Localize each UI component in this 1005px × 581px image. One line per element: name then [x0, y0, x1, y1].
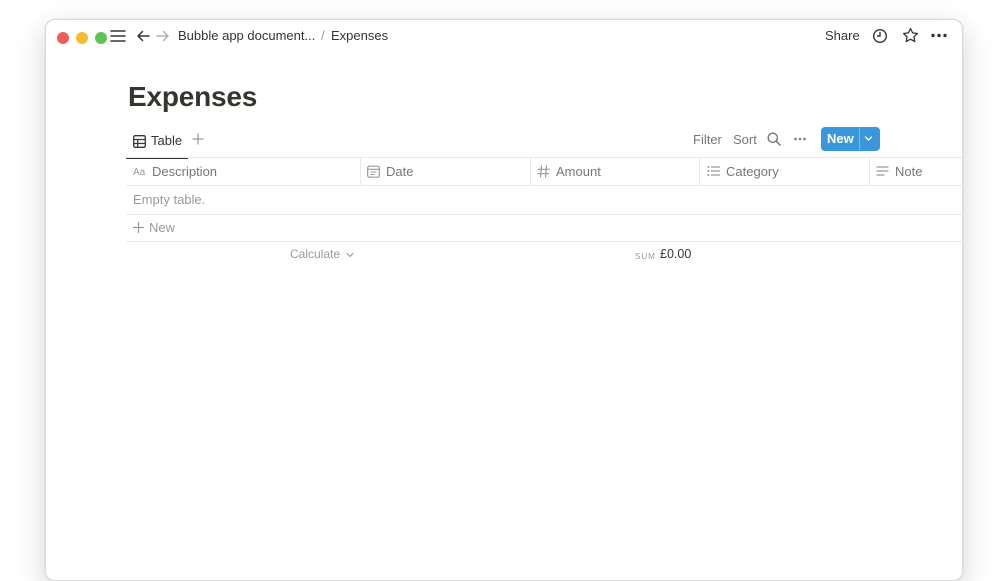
empty-table-message: Empty table.: [133, 192, 206, 207]
new-button-label: New: [827, 131, 854, 146]
breadcrumb-separator: /: [321, 28, 325, 43]
more-options-icon[interactable]: [931, 33, 947, 38]
plus-icon: [133, 222, 144, 233]
tab-table-view[interactable]: Table: [126, 130, 188, 159]
row-divider: [126, 214, 962, 215]
sidebar-menu-icon[interactable]: [110, 29, 126, 43]
column-divider[interactable]: [530, 158, 531, 185]
favorite-star-icon[interactable]: [902, 27, 919, 44]
add-row-label: New: [149, 220, 176, 235]
breadcrumb-current[interactable]: Expenses: [331, 28, 388, 43]
header-bottom-border: [126, 185, 962, 186]
column-header-label: Category: [726, 164, 779, 179]
column-header-label: Date: [386, 164, 414, 179]
new-record-button[interactable]: New: [821, 127, 880, 151]
table-top-border: [126, 157, 962, 158]
minimize-window-button[interactable]: [76, 32, 88, 44]
forward-arrow-icon[interactable]: [156, 29, 170, 43]
chevron-down-icon[interactable]: [346, 251, 354, 259]
column-header-label: Amount: [556, 164, 601, 179]
sort-button[interactable]: Sort: [733, 132, 757, 147]
close-window-button[interactable]: [57, 32, 69, 44]
calculate-dropdown[interactable]: Calculate: [290, 247, 340, 261]
table-icon: [133, 135, 146, 148]
text-lines-icon: [876, 165, 889, 177]
column-header-label: Note: [895, 164, 923, 179]
column-divider[interactable]: [869, 158, 870, 185]
column-divider[interactable]: [360, 158, 361, 185]
number-hash-icon: [537, 165, 550, 178]
back-arrow-icon[interactable]: [136, 29, 150, 43]
filter-button[interactable]: Filter: [693, 132, 722, 147]
breadcrumb-parent[interactable]: Bubble app document...: [178, 28, 315, 43]
tab-label: Table: [151, 133, 183, 148]
search-icon[interactable]: [767, 132, 781, 146]
add-view-plus-icon[interactable]: [192, 133, 204, 145]
chevron-down-icon[interactable]: [864, 134, 873, 143]
page-title[interactable]: Expenses: [128, 81, 257, 113]
table-bottom-border: [126, 241, 962, 242]
app-window: Bubble app document... / Expenses Share …: [45, 19, 963, 581]
share-button[interactable]: Share: [825, 28, 860, 43]
sum-value[interactable]: £0.00: [660, 247, 691, 261]
sum-label: SUM: [635, 252, 656, 261]
column-divider[interactable]: [699, 158, 700, 185]
history-clock-icon[interactable]: [872, 28, 888, 44]
title-bar: Bubble app document... / Expenses Share: [46, 20, 962, 54]
text-property-icon: Aa: [133, 165, 147, 177]
list-icon: [707, 165, 720, 177]
calendar-icon: [367, 165, 380, 178]
button-divider: [859, 127, 860, 151]
svg-text:Aa: Aa: [133, 167, 146, 177]
column-header-label: Description: [152, 164, 218, 179]
zoom-window-button[interactable]: [95, 32, 107, 44]
view-options-icon[interactable]: [794, 137, 806, 141]
